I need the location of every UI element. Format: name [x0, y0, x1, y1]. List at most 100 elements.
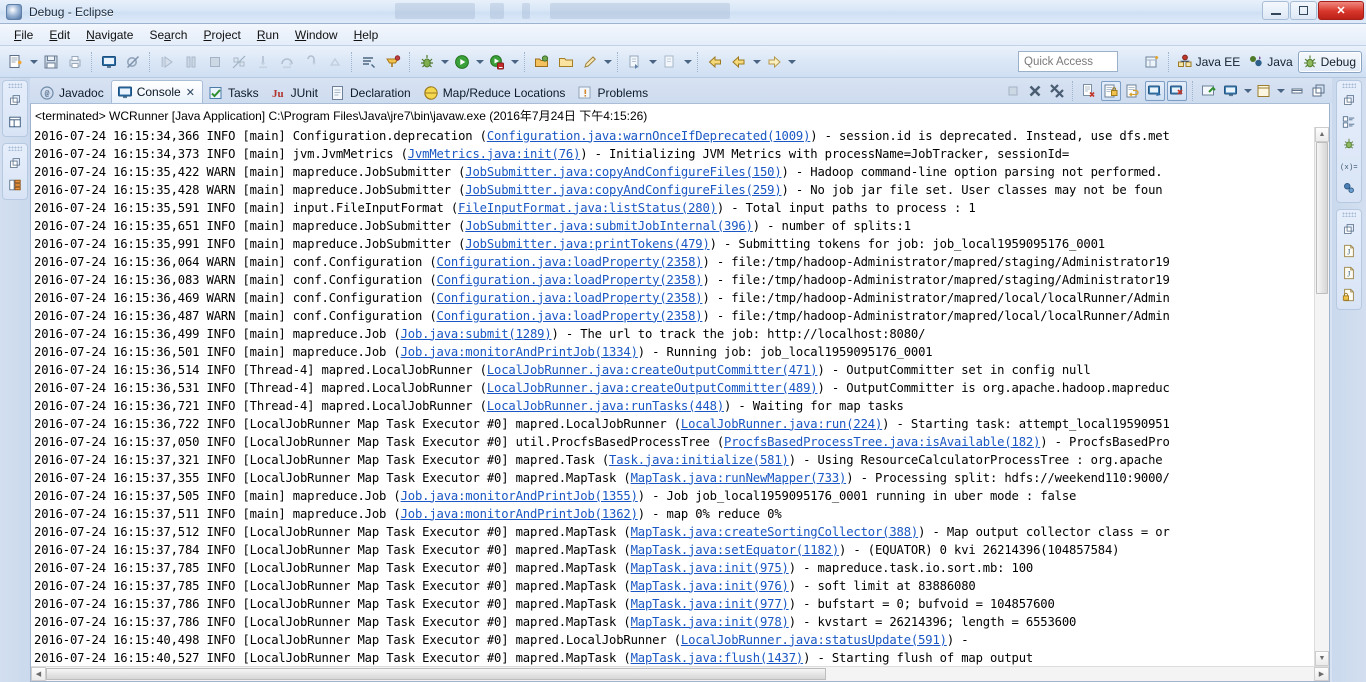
- run-coverage-dropdown[interactable]: [509, 51, 520, 73]
- external-tools-icon[interactable]: [382, 51, 404, 73]
- perspective-debug[interactable]: Debug: [1297, 51, 1362, 73]
- new-wizard-icon[interactable]: [5, 51, 27, 73]
- locked-file-view-icon[interactable]: [1339, 285, 1359, 305]
- scroll-up-button[interactable]: ▲: [1315, 126, 1329, 142]
- open-console-icon[interactable]: [1254, 81, 1274, 101]
- minimize-button[interactable]: [1262, 1, 1289, 20]
- new-annotation-icon[interactable]: [579, 51, 601, 73]
- log-line-source-link[interactable]: JvmMetrics.java:init(76): [408, 147, 581, 161]
- console-vertical-scrollbar[interactable]: ▲ ▼: [1314, 126, 1329, 666]
- log-line-source-link[interactable]: LocalJobRunner.java:statusUpdate(591): [681, 633, 947, 647]
- tab-console[interactable]: Console ✕: [110, 80, 203, 104]
- new-wizard-dropdown[interactable]: [28, 51, 39, 73]
- log-line-source-link[interactable]: LocalJobRunner.java:createOutputCommitte…: [487, 381, 818, 395]
- log-line-source-link[interactable]: Configuration.java:loadProperty(2358): [437, 273, 703, 287]
- previous-annotation-icon[interactable]: [659, 51, 681, 73]
- forward-dropdown[interactable]: [786, 51, 797, 73]
- next-annotation-icon[interactable]: [624, 51, 646, 73]
- console-log-lines[interactable]: 2016-07-24 16:15:34,366 INFO [main] Conf…: [31, 127, 1314, 666]
- log-line-source-link[interactable]: Job.java:monitorAndPrintJob(1362): [401, 507, 638, 521]
- scroll-right-button[interactable]: ▶: [1314, 667, 1329, 681]
- debug-view-icon[interactable]: [5, 112, 25, 132]
- log-line-source-link[interactable]: LocalJobRunner.java:runTasks(448): [487, 399, 724, 413]
- log-line-source-link[interactable]: JobSubmitter.java:submitJobInternal(396): [465, 219, 753, 233]
- file-view-icon[interactable]: J: [1339, 263, 1359, 283]
- forward-icon[interactable]: [763, 51, 785, 73]
- quick-access-input[interactable]: Quick Access: [1018, 51, 1118, 72]
- tab-tasks[interactable]: Tasks: [203, 82, 266, 103]
- clear-console-icon[interactable]: [1079, 81, 1099, 101]
- vertical-scroll-track[interactable]: [1315, 141, 1329, 651]
- drag-handle[interactable]: [8, 146, 22, 151]
- perspective-java-ee[interactable]: Java EE: [1174, 51, 1246, 73]
- log-line-source-link[interactable]: MapTask.java:init(976): [631, 579, 789, 593]
- run-coverage-icon[interactable]: [486, 51, 508, 73]
- close-button[interactable]: ✕: [1318, 1, 1364, 20]
- tab-junit[interactable]: Ju JUnit: [266, 82, 325, 103]
- show-console-on-output-icon[interactable]: [1145, 81, 1165, 101]
- scroll-down-button[interactable]: ▼: [1315, 651, 1329, 666]
- restore-icon[interactable]: [1339, 219, 1359, 239]
- drag-handle[interactable]: [1342, 83, 1356, 88]
- restore-icon[interactable]: [5, 153, 25, 173]
- outline-view-icon[interactable]: [1339, 112, 1359, 132]
- log-line-source-link[interactable]: MapTask.java:init(977): [631, 597, 789, 611]
- log-line-source-link[interactable]: MapTask.java:init(978): [631, 615, 789, 629]
- back-icon[interactable]: [728, 51, 750, 73]
- open-console-dropdown[interactable]: [1275, 81, 1286, 101]
- next-annotation-dropdown[interactable]: [647, 51, 658, 73]
- debug-dropdown[interactable]: [439, 51, 450, 73]
- skip-breakpoints-icon[interactable]: [122, 51, 144, 73]
- drag-handle[interactable]: [8, 83, 22, 88]
- run-dropdown[interactable]: [474, 51, 485, 73]
- log-line-source-link[interactable]: Job.java:monitorAndPrintJob(1355): [401, 489, 638, 503]
- log-line-source-link[interactable]: JobSubmitter.java:copyAndConfigureFiles(…: [465, 183, 781, 197]
- log-line-source-link[interactable]: Job.java:monitorAndPrintJob(1334): [401, 345, 638, 359]
- log-line-source-link[interactable]: MapTask.java:init(975): [631, 561, 789, 575]
- menu-help[interactable]: Help: [346, 26, 387, 44]
- open-task-icon[interactable]: [555, 51, 577, 73]
- menu-file[interactable]: File: [6, 26, 41, 44]
- menu-search[interactable]: Search: [141, 26, 195, 44]
- pin-console-icon[interactable]: [1199, 81, 1219, 101]
- vertical-scroll-thumb[interactable]: [1316, 141, 1328, 294]
- show-console-on-error-icon[interactable]: [1167, 81, 1187, 101]
- log-line-source-link[interactable]: Task.java:initialize(581): [609, 453, 789, 467]
- log-line-source-link[interactable]: MapTask.java:flush(1437): [631, 651, 804, 665]
- log-line-source-link[interactable]: MapTask.java:createSortingCollector(388): [631, 525, 919, 539]
- tab-javadoc[interactable]: @ Javadoc: [34, 82, 111, 103]
- back-history-icon[interactable]: [704, 51, 726, 73]
- log-line-source-link[interactable]: LocalJobRunner.java:run(224): [681, 417, 882, 431]
- menu-window[interactable]: Window: [287, 26, 346, 44]
- tab-problems[interactable]: Problems: [572, 82, 655, 103]
- open-type-icon[interactable]: [531, 51, 553, 73]
- back-dropdown[interactable]: [751, 51, 762, 73]
- maximize-icon[interactable]: [1309, 81, 1329, 101]
- log-line-source-link[interactable]: MapTask.java:runNewMapper(733): [631, 471, 847, 485]
- log-line-source-link[interactable]: Job.java:submit(1289): [401, 327, 552, 341]
- previous-annotation-dropdown[interactable]: [682, 51, 693, 73]
- menu-project[interactable]: Project: [195, 26, 248, 44]
- log-line-source-link[interactable]: Configuration.java:loadProperty(2358): [437, 291, 703, 305]
- word-wrap-icon[interactable]: [1123, 81, 1143, 101]
- servers-view-icon[interactable]: [5, 175, 25, 195]
- menu-navigate[interactable]: Navigate: [78, 26, 141, 44]
- breakpoints-view-icon[interactable]: [1339, 134, 1359, 154]
- maximize-button[interactable]: [1290, 1, 1317, 20]
- remove-launch-icon[interactable]: [1025, 81, 1045, 101]
- restore-icon[interactable]: [1339, 90, 1359, 110]
- drag-handle[interactable]: [1342, 212, 1356, 217]
- log-line-source-link[interactable]: LocalJobRunner.java:createOutputCommitte…: [487, 363, 818, 377]
- log-line-source-link[interactable]: JobSubmitter.java:printTokens(479): [465, 237, 710, 251]
- console-horizontal-scrollbar[interactable]: ◀ ▶: [31, 666, 1329, 681]
- toggle-console-icon[interactable]: [98, 51, 120, 73]
- tab-declaration[interactable]: Declaration: [325, 82, 418, 103]
- expressions-view-icon[interactable]: [1339, 178, 1359, 198]
- perspective-java[interactable]: Java: [1245, 51, 1297, 73]
- new-annotation-dropdown[interactable]: [602, 51, 613, 73]
- scroll-left-button[interactable]: ◀: [31, 667, 46, 681]
- tab-console-close-icon[interactable]: ✕: [186, 86, 195, 99]
- display-selected-console-icon[interactable]: [1221, 81, 1241, 101]
- remove-all-terminated-icon[interactable]: [1047, 81, 1067, 101]
- minimize-icon[interactable]: [1287, 81, 1307, 101]
